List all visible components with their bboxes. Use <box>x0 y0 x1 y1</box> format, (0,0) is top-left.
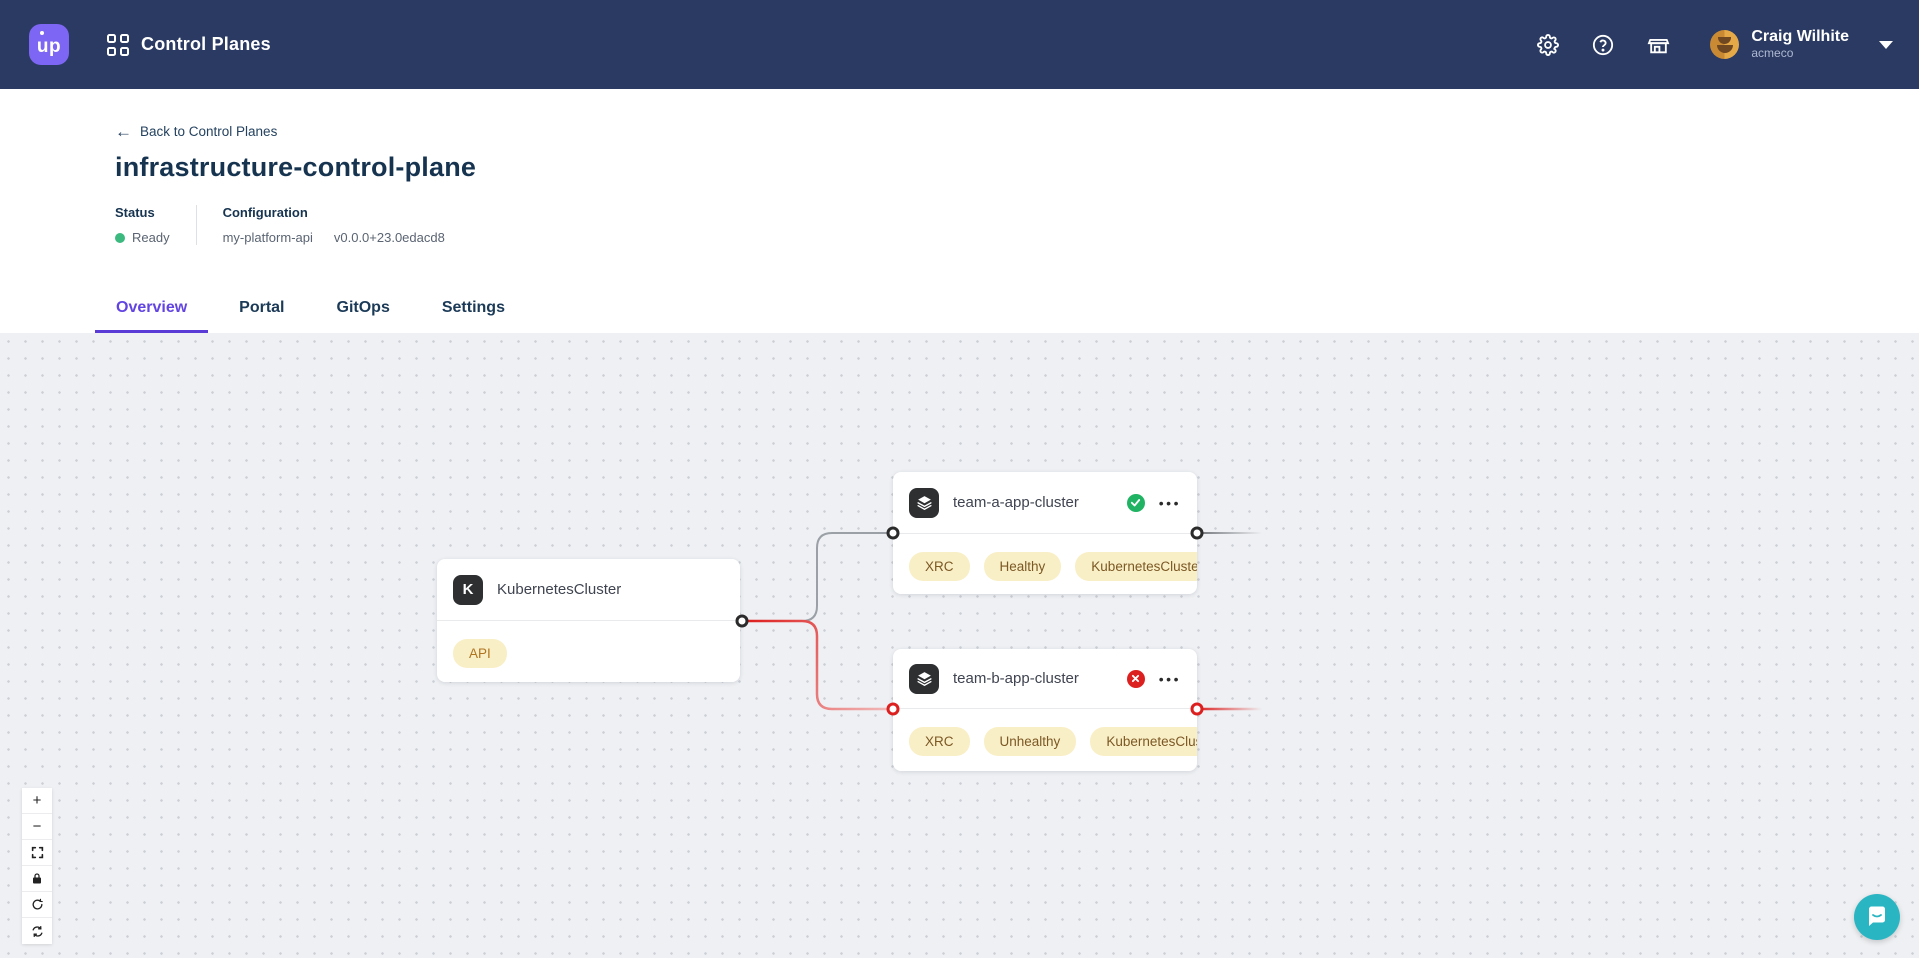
node-team-a-app-cluster[interactable]: team-a-app-cluster ••• XRC Healthy Kuber… <box>893 472 1197 594</box>
fit-view-button[interactable] <box>22 840 52 866</box>
handle-team-a-in[interactable] <box>887 527 900 540</box>
tab-gitops[interactable]: GitOps <box>316 299 411 333</box>
zoom-out-button[interactable]: − <box>22 814 52 840</box>
page-title: infrastructure-control-plane <box>115 152 1919 183</box>
badge-healthy: Healthy <box>984 552 1062 581</box>
layers-icon <box>909 488 939 518</box>
user-menu-caret-icon[interactable] <box>1879 41 1893 49</box>
badge-xrc: XRC <box>909 727 970 756</box>
breadcrumb-label: Back to Control Planes <box>140 124 277 139</box>
handle-kubernetescluster-out[interactable] <box>736 615 749 628</box>
breadcrumb-back-link[interactable]: ← Back to Control Planes <box>115 123 277 140</box>
top-navbar: up Control Planes Craig Wilhite acmeco <box>0 0 1919 89</box>
badge-kind: KubernetesCluster <box>1075 552 1197 581</box>
resource-graph-canvas[interactable]: K KubernetesCluster API team-a-app-clust… <box>0 333 1919 958</box>
status-section: Status Ready <box>115 205 196 245</box>
tab-settings[interactable]: Settings <box>421 299 526 333</box>
user-avatar[interactable] <box>1710 30 1739 59</box>
handle-team-a-out[interactable] <box>1191 527 1204 540</box>
logo-text: up <box>37 36 61 58</box>
status-label: Status <box>115 205 170 220</box>
gear-icon[interactable] <box>1537 34 1559 56</box>
node-label: KubernetesCluster <box>497 581 724 598</box>
handle-team-b-in[interactable] <box>887 703 900 716</box>
back-arrow-icon: ← <box>115 123 132 140</box>
app-title: Control Planes <box>141 34 271 55</box>
unhealthy-x-icon <box>1127 670 1145 688</box>
status-dot <box>115 233 125 243</box>
tab-overview[interactable]: Overview <box>95 299 208 333</box>
configuration-section: Configuration my-platform-api v0.0.0+23.… <box>196 205 471 245</box>
tab-bar: Overview Portal GitOps Settings <box>95 299 526 333</box>
node-label: team-b-app-cluster <box>953 670 1127 687</box>
apps-grid-icon[interactable] <box>107 34 129 56</box>
node-menu-button[interactable]: ••• <box>1159 671 1181 687</box>
node-team-b-app-cluster[interactable]: team-b-app-cluster ••• XRC Unhealthy Kub… <box>893 649 1197 771</box>
canvas-controls: + − <box>22 788 52 944</box>
node-label: team-a-app-cluster <box>953 494 1127 511</box>
tab-portal[interactable]: Portal <box>218 299 305 333</box>
layers-icon <box>909 664 939 694</box>
page-header: ← Back to Control Planes infrastructure-… <box>0 89 1919 333</box>
meta-row: Status Ready Configuration my-platform-a… <box>115 205 1919 245</box>
status-value: Ready <box>132 230 170 245</box>
user-org: acmeco <box>1751 47 1849 61</box>
healthy-check-icon <box>1127 494 1145 512</box>
handle-team-b-out[interactable] <box>1191 703 1204 716</box>
badge-kind: KubernetesCluster <box>1090 727 1197 756</box>
edge-lines <box>0 333 1919 958</box>
user-name: Craig Wilhite <box>1751 28 1849 46</box>
badge-xrc: XRC <box>909 552 970 581</box>
help-icon[interactable] <box>1592 34 1614 56</box>
marketplace-icon[interactable] <box>1647 34 1670 56</box>
zoom-in-button[interactable]: + <box>22 788 52 814</box>
configuration-label: Configuration <box>223 205 445 220</box>
badge-api: API <box>453 639 507 668</box>
k-letter-icon: K <box>453 575 483 605</box>
chat-launcher-button[interactable] <box>1854 894 1900 940</box>
rotate-button[interactable] <box>22 892 52 918</box>
user-info: Craig Wilhite acmeco <box>1751 28 1849 60</box>
configuration-version: v0.0.0+23.0edacd8 <box>334 230 445 245</box>
node-menu-button[interactable]: ••• <box>1159 495 1181 511</box>
node-kubernetescluster[interactable]: K KubernetesCluster API <box>437 559 740 682</box>
chat-smile-icon <box>1865 905 1889 929</box>
reload-layout-button[interactable] <box>22 918 52 944</box>
badge-unhealthy: Unhealthy <box>984 727 1077 756</box>
lock-button[interactable] <box>22 866 52 892</box>
upbound-logo[interactable]: up <box>29 24 69 65</box>
configuration-name: my-platform-api <box>223 230 313 245</box>
